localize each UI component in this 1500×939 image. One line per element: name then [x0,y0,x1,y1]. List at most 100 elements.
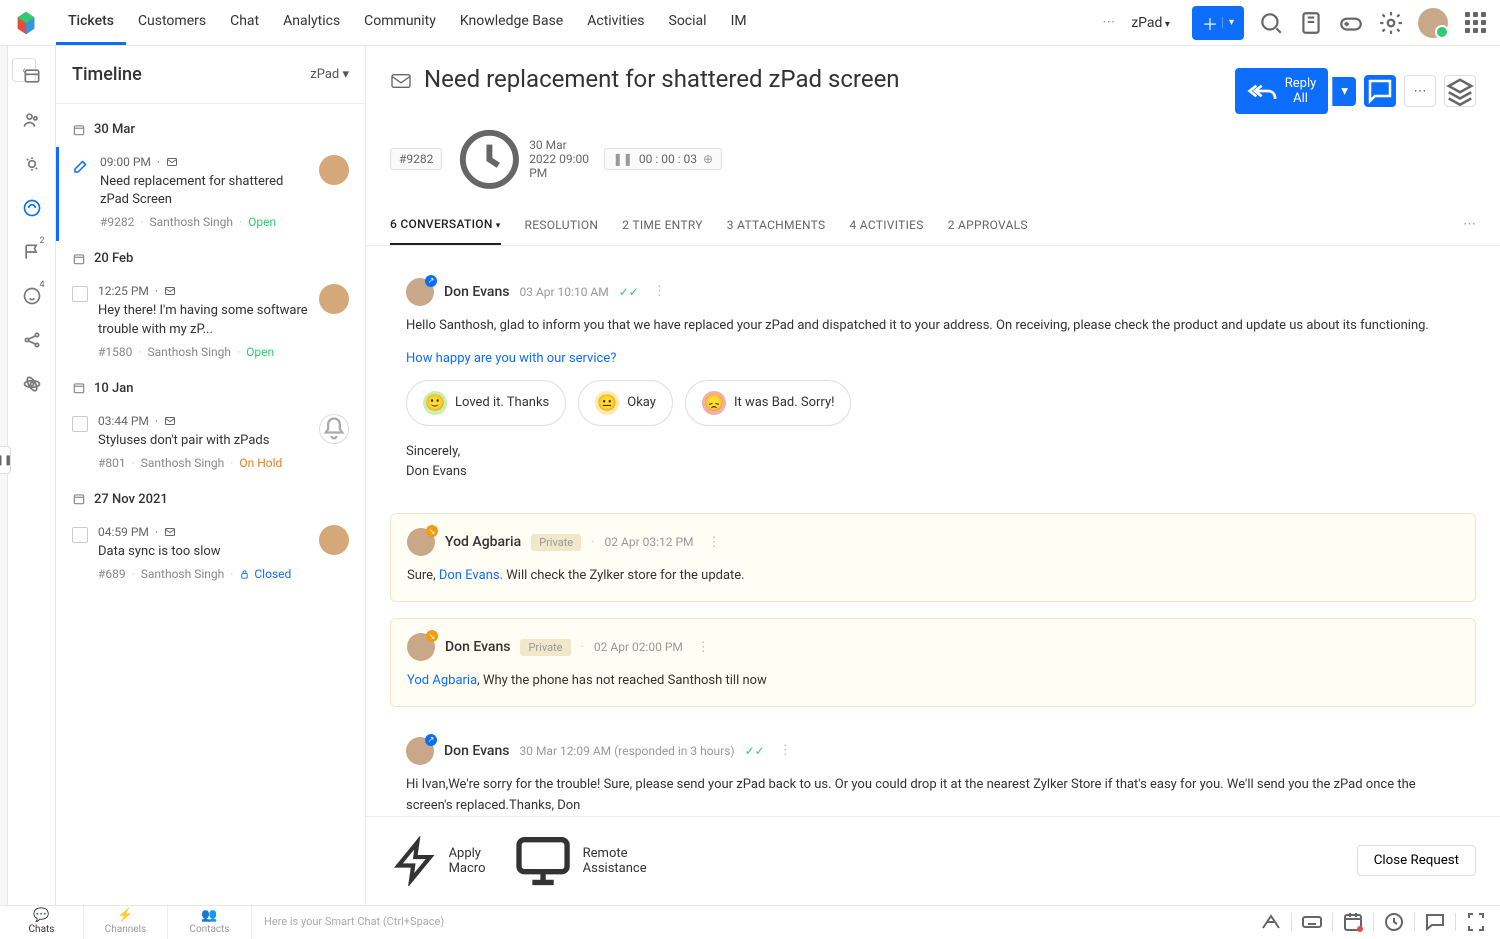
timeline-date: 10 Jan [56,371,365,406]
comment-button[interactable] [1364,75,1396,107]
rail-flag-icon[interactable]: 2 [22,242,42,262]
add-button[interactable]: ＋▾ [1192,6,1244,40]
user-avatar[interactable] [1418,8,1448,38]
bb-keyboard-icon[interactable] [1300,910,1324,934]
msg-time: 02 Apr 02:00 PM [594,640,683,654]
feedback-option[interactable]: 🙂Loved it. Thanks [406,380,566,426]
rail-automation-icon[interactable] [22,154,42,174]
timeline-date: 30 Mar [56,112,365,147]
tab--approvals[interactable]: 2 APPROVALS [948,206,1028,244]
app-logo [12,9,40,37]
feedback-question: How happy are you with our service? [406,351,1460,366]
ticket-number: #9282 [390,148,442,170]
layers-button[interactable] [1444,75,1476,107]
notebook-icon[interactable] [1298,10,1324,36]
apps-grid-icon[interactable] [1462,10,1488,36]
tab-resolution[interactable]: RESOLUTION [525,206,599,244]
ticket-checkbox[interactable] [72,416,88,432]
remote-assistance-button[interactable]: Remote Assistance [511,829,647,893]
message: Yod AgbariaPrivate·02 Apr 03:12 PM⋮Sure,… [390,513,1476,602]
msg-more-icon[interactable]: ⋮ [704,535,725,550]
timer-add-icon[interactable]: ⊕ [703,152,713,166]
msg-author: Don Evans [445,639,510,655]
ticket-title: Need replacement for shattered zPad scre… [424,64,1223,95]
close-request-button[interactable]: Close Request [1357,845,1476,876]
nav-item-tickets[interactable]: Tickets [56,0,126,45]
nav-items: TicketsCustomersChatAnalyticsCommunityKn… [56,0,1094,45]
nav-item-community[interactable]: Community [352,0,448,45]
rail-atom-icon[interactable] [22,374,42,394]
timeline-filter-dropdown[interactable]: zPad [310,67,349,82]
bb-tab-chats[interactable]: 💬Chats [0,904,84,939]
rail-happiness-icon[interactable]: 4 [22,286,42,306]
apply-macro-button[interactable]: Apply Macro [390,836,487,887]
msg-avatar [407,528,435,556]
tabs-more-icon[interactable]: ⋯ [1463,217,1476,232]
timeline-panel: Timeline zPad 30 Mar09:00 PM·Need replac… [56,46,366,905]
ticket-detail: Need replacement for shattered zPad scre… [366,46,1500,905]
bb-tab-contacts[interactable]: 👥Contacts [168,904,252,939]
ticket-created: 30 Mar 2022 09:00 PM [454,124,591,195]
nav-item-im[interactable]: IM [719,0,759,45]
timer-pause-icon[interactable]: ❚❚ [613,152,633,166]
nav-item-analytics[interactable]: Analytics [271,0,352,45]
conversation-thread: Don Evans03 Apr 10:10 AM✓✓⋮Hello Santhos… [366,246,1500,816]
msg-more-icon[interactable]: ⋮ [649,284,670,299]
bb-calendar-icon[interactable] [1341,910,1365,934]
bb-chat-icon[interactable] [1423,910,1447,934]
bb-zia-icon[interactable] [1259,910,1283,934]
icon-rail: 2 4 [8,46,56,905]
top-nav: TicketsCustomersChatAnalyticsCommunityKn… [0,0,1500,46]
nav-more-icon[interactable]: ⋯ [1094,2,1123,43]
msg-author: Don Evans [444,284,509,300]
ticket-checkbox[interactable] [72,527,88,543]
tab--time-entry[interactable]: 2 TIME ENTRY [622,206,702,244]
ticket-item[interactable]: 09:00 PM·Need replacement for shattered … [56,147,365,241]
msg-more-icon[interactable]: ⋮ [693,640,714,655]
tab--conversation[interactable]: 6 CONVERSATION▾ [390,205,501,245]
timeline-list: 30 Mar09:00 PM·Need replacement for shat… [56,104,365,905]
msg-time: 02 Apr 03:12 PM [605,535,694,549]
msg-more-icon[interactable]: ⋮ [775,743,796,758]
nav-item-customers[interactable]: Customers [126,0,218,45]
msg-avatar [407,633,435,661]
rail-timeline-icon[interactable] [22,198,42,218]
feedback-option[interactable]: 😐Okay [578,380,673,426]
ticket-item[interactable]: 04:59 PM·Data sync is too slow#689·Santh… [56,517,365,593]
nav-item-social[interactable]: Social [657,0,719,45]
search-icon[interactable] [1258,10,1284,36]
smart-chat-hint: Here is your Smart Chat (Ctrl+Space) [264,915,444,928]
rail-share-icon[interactable] [22,330,42,350]
workspace-dropdown[interactable]: zPad [1123,11,1178,35]
rail-inbox-icon[interactable] [22,66,42,86]
more-actions-button[interactable]: ⋯ [1404,75,1436,107]
edit-icon[interactable] [72,157,90,175]
msg-time: 03 Apr 10:10 AM [519,285,608,299]
ticket-checkbox[interactable] [72,286,88,302]
agent-avatar [319,155,349,185]
private-badge: Private [520,639,570,656]
feedback-option[interactable]: 😞It was Bad. Sorry! [685,380,852,426]
reply-dropdown[interactable]: ▾ [1332,77,1356,106]
settings-icon[interactable] [1378,10,1404,36]
timeline-date: 20 Feb [56,241,365,276]
reply-all-button[interactable]: Reply All [1235,68,1329,114]
bb-clock-icon[interactable] [1382,910,1406,934]
nav-item-knowledge-base[interactable]: Knowledge Base [448,0,575,45]
collapse-rail: ‹ ❚❚ [0,46,8,905]
tab--attachments[interactable]: 3 ATTACHMENTS [727,206,826,244]
nav-item-chat[interactable]: Chat [218,0,271,45]
rail-team-icon[interactable] [22,110,42,130]
msg-author: Yod Agbaria [445,534,521,550]
agent-avatar [319,525,349,555]
ticket-item[interactable]: 12:25 PM·Hey there! I'm having some soft… [56,276,365,370]
gamepad-icon[interactable] [1338,10,1364,36]
nav-item-activities[interactable]: Activities [575,0,656,45]
bb-expand-icon[interactable] [1464,910,1488,934]
bb-tab-channels[interactable]: ⚡Channels [84,904,168,939]
ticket-item[interactable]: 03:44 PM·Styluses don't pair with zPads#… [56,406,365,482]
mail-icon [390,72,412,90]
tab--activities[interactable]: 4 ACTIVITIES [849,206,923,244]
timeline-title: Timeline [72,64,142,85]
play-handle[interactable]: ❚❚ [0,446,11,474]
